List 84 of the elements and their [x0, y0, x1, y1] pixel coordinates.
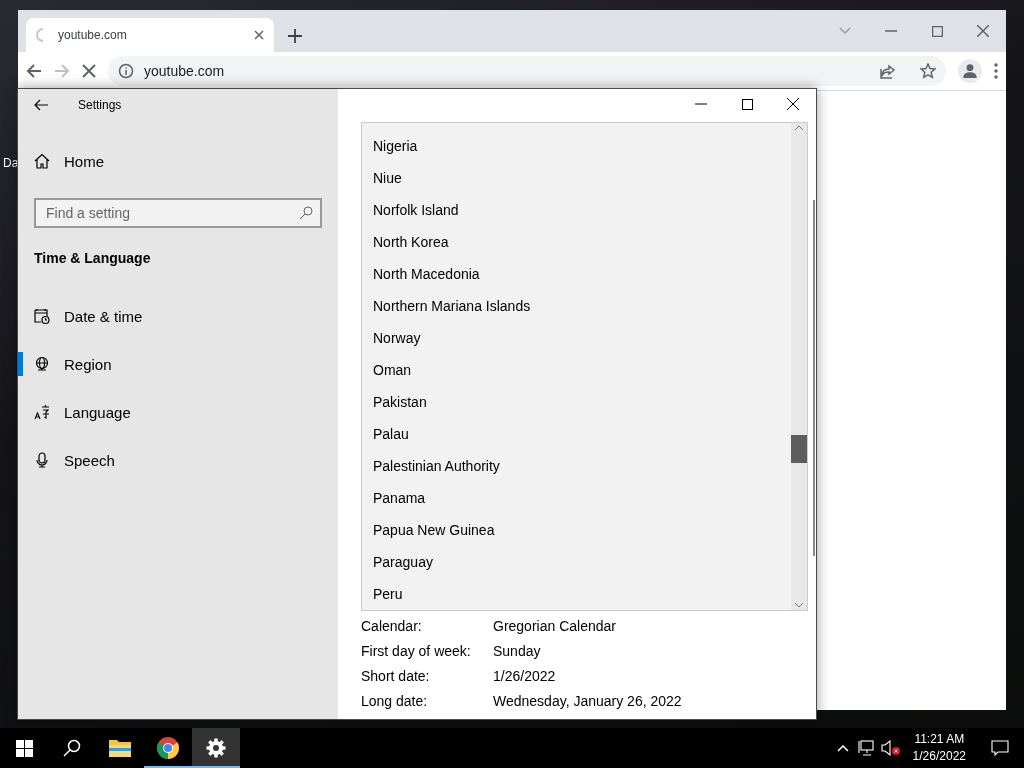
nav-item[interactable]: Region [23, 340, 338, 388]
nav-item[interactable]: Language [23, 388, 338, 436]
format-value: 1/26/2022 [493, 667, 556, 684]
tab-title: youtube.com [58, 28, 128, 42]
person-icon [963, 64, 977, 78]
new-tab-button[interactable] [288, 29, 302, 43]
format-label: Short date: [361, 667, 431, 684]
search-icon [63, 739, 81, 757]
profile-button[interactable] [958, 59, 982, 83]
country-option[interactable]: Peru [362, 578, 791, 610]
browser-tab[interactable]: youtube.com [26, 18, 274, 52]
country-option[interactable]: Niue [362, 162, 791, 194]
format-label: Calendar: [361, 617, 423, 634]
info-icon [118, 63, 134, 79]
country-option[interactable]: North Korea [362, 226, 791, 258]
nav-item[interactable]: Date & time [23, 292, 338, 340]
window-title: Settings [78, 98, 122, 112]
globe-icon [34, 356, 50, 372]
gear-icon [206, 738, 226, 758]
windows-icon [15, 739, 33, 757]
folder-icon [108, 738, 132, 758]
home-icon [34, 153, 50, 169]
arrow-right-icon [54, 63, 70, 79]
country-option[interactable]: North Macedonia [362, 258, 791, 290]
url-text: youtube.com [144, 63, 226, 79]
country-option[interactable]: Nigeria [362, 130, 791, 162]
country-option[interactable]: Paraguay [362, 546, 791, 578]
minimize-icon [885, 30, 897, 32]
close-icon [787, 98, 799, 110]
close-icon [977, 25, 989, 37]
minimize-icon [695, 103, 707, 105]
country-option[interactable]: Oman [362, 354, 791, 386]
country-option[interactable]: Northern Mariana Islands [362, 290, 791, 322]
arrow-left-icon [34, 99, 48, 111]
close-tab-button[interactable] [254, 30, 264, 40]
chevron-up-icon [836, 744, 849, 752]
country-option[interactable]: Panama [362, 482, 791, 514]
network-icon [857, 740, 876, 756]
search-field[interactable]: Find a setting [34, 198, 322, 228]
format-label: Long date: [361, 692, 429, 709]
country-option[interactable]: Pakistan [362, 386, 791, 418]
clock[interactable]: 11:21 AM 1/26/2022 [902, 731, 976, 765]
star-icon [920, 63, 936, 79]
format-value: Wednesday, January 26, 2022 [493, 692, 682, 709]
scroll-up-icon [795, 125, 803, 130]
country-option[interactable]: Papua New Guinea [362, 514, 791, 546]
bookmark-button[interactable] [920, 63, 936, 79]
stop-button[interactable] [82, 64, 96, 78]
home-nav-item[interactable]: Home [23, 137, 338, 185]
country-option[interactable]: Palestinian Authority [362, 450, 791, 482]
format-label: First day of week: [361, 642, 472, 659]
plus-icon [288, 29, 302, 43]
section-heading: Time & Language [33, 249, 152, 268]
scroll-down-icon [795, 603, 803, 608]
back-button[interactable] [26, 63, 42, 79]
language-icon [34, 404, 50, 420]
close-icon [82, 64, 96, 78]
share-button[interactable] [880, 63, 896, 79]
country-option[interactable]: Norfolk Island [362, 194, 791, 226]
close-icon [254, 30, 264, 40]
speaker-muted-icon [880, 740, 901, 756]
format-value: Gregorian Calendar [493, 617, 616, 634]
list-scrollbar[interactable] [791, 123, 807, 610]
maximize-icon [931, 25, 943, 37]
scrollbar-thumb[interactable] [791, 435, 807, 463]
share-icon [880, 63, 896, 79]
format-value: Sunday [493, 642, 541, 659]
microphone-icon [34, 452, 50, 468]
chrome-icon [156, 736, 180, 760]
back-button[interactable] [34, 99, 48, 111]
nav-item[interactable]: Speech [23, 436, 338, 484]
search-icon [299, 206, 313, 220]
taskbar-app-button[interactable] [192, 728, 240, 768]
menu-button[interactable] [994, 63, 998, 79]
maximize-icon [741, 98, 753, 110]
calendar-clock-icon [34, 308, 50, 324]
message-icon [991, 740, 1009, 756]
desktop-icon-label: Da [3, 156, 19, 170]
country-option[interactable]: Norway [362, 322, 791, 354]
chevron-down-icon [839, 27, 851, 35]
country-option[interactable]: Palau [362, 418, 791, 450]
address-bar[interactable]: youtube.com [108, 56, 946, 86]
more-icon [994, 63, 998, 79]
arrow-left-icon [26, 63, 42, 79]
